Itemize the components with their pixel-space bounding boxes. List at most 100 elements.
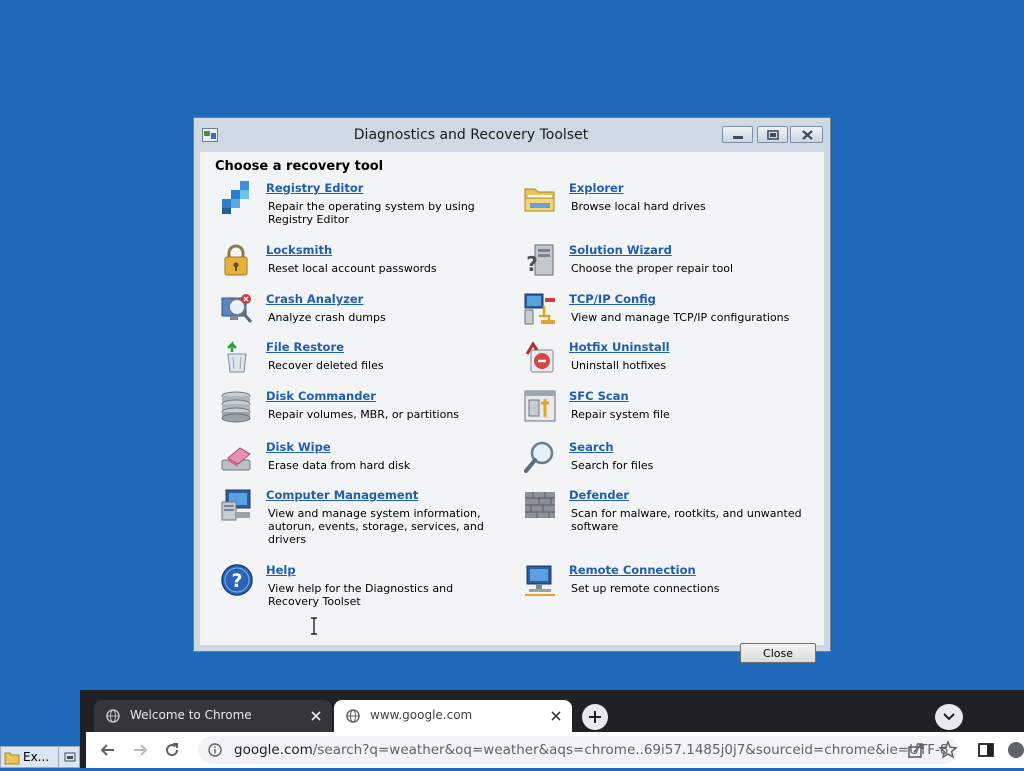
forward-arrow-icon[interactable] <box>130 740 150 760</box>
tool-locksmith: Locksmith Reset local account passwords <box>220 243 510 299</box>
remote-monitor-icon <box>525 565 555 596</box>
recycle-bin-icon <box>227 340 247 373</box>
taskbar-item-label: Ex... <box>23 750 50 764</box>
tab-welcome[interactable]: Welcome to Chrome <box>94 700 332 732</box>
disk-commander-link[interactable]: Disk Commander <box>266 389 376 403</box>
text-cursor-icon <box>311 617 317 635</box>
svg-text:?: ? <box>526 252 538 276</box>
registry-icon <box>222 181 249 214</box>
close-icon <box>802 130 813 140</box>
locksmith-link[interactable]: Locksmith <box>266 243 332 257</box>
globe-icon <box>346 709 360 723</box>
file-restore-link[interactable]: File Restore <box>266 340 344 354</box>
tab-label: Welcome to Chrome <box>130 708 252 722</box>
explorer-link[interactable]: Explorer <box>569 181 624 195</box>
computer-management-icon <box>221 489 251 521</box>
disk-commander-description: Repair volumes, MBR, or partitions <box>268 408 460 421</box>
tool-defender: Defender Scan for malware, rootkits, and… <box>523 488 813 544</box>
tcpip-config-description: View and manage TCP/IP configurations <box>571 311 790 324</box>
search-description: Search for files <box>571 459 654 472</box>
address-bar[interactable]: google.com/search?q=weather&oq=weather&a… <box>198 736 958 764</box>
remote-connection-link[interactable]: Remote Connection <box>569 563 696 577</box>
tool-file-restore: File Restore Recover deleted files <box>220 340 510 396</box>
restore-icon <box>767 130 779 140</box>
search-link[interactable]: Search <box>569 440 614 454</box>
registry-editor-description: Repair the operating system by using Reg… <box>268 200 475 226</box>
disk-stack-icon <box>221 391 251 423</box>
sfc-scan-icon <box>524 390 556 422</box>
tool-hotfix-uninstall: Hotfix Uninstall Uninstall hotfixes <box>523 340 813 396</box>
tab-close-icon[interactable] <box>310 710 322 722</box>
window-title: Diagnostics and Recovery Toolset <box>353 127 589 143</box>
file-restore-description: Recover deleted files <box>268 359 384 372</box>
browser-toolbar: google.com/search?q=weather&oq=weather&a… <box>86 732 1024 768</box>
recovery-toolset-window: Diagnostics and Recovery Toolset Choose … <box>193 117 831 663</box>
disk-wipe-description: Erase data from hard disk <box>268 459 411 472</box>
magnifier-icon <box>524 441 554 473</box>
crash-analyzer-link[interactable]: Crash Analyzer <box>266 292 363 306</box>
globe-icon <box>106 709 120 723</box>
tool-computer-management: Computer Management View and manage syst… <box>220 488 510 558</box>
solution-wizard-description: Choose the proper repair tool <box>571 262 734 275</box>
tool-registry-editor: Registry Editor Repair the operating sys… <box>220 181 510 237</box>
solution-wizard-link[interactable]: Solution Wizard <box>569 243 672 257</box>
tab-close-icon[interactable] <box>550 710 562 722</box>
profile-icon[interactable] <box>1006 740 1024 760</box>
crash-analyzer-icon <box>221 294 253 323</box>
folder-icon <box>524 188 555 212</box>
tab-google[interactable]: www.google.com <box>334 700 572 732</box>
url-text[interactable]: google.com/search?q=weather&oq=weather&a… <box>234 742 948 758</box>
disk-wipe-link[interactable]: Disk Wipe <box>266 440 331 454</box>
help-link[interactable]: Help <box>266 563 296 577</box>
tool-sfc-scan: SFC Scan Repair system file <box>523 389 813 445</box>
locksmith-description: Reset local account passwords <box>268 262 437 275</box>
remote-connection-description: Set up remote connections <box>571 582 720 595</box>
new-tab-button[interactable] <box>582 704 608 730</box>
hotfix-icon <box>525 341 554 373</box>
chrome-window: Welcome to Chrome www.google.com google.… <box>80 690 1024 768</box>
dialog-heading: Choose a recovery tool <box>215 159 384 174</box>
share-icon[interactable] <box>906 740 926 760</box>
url-host: google.com <box>234 742 313 758</box>
plus-icon <box>589 711 601 723</box>
close-button[interactable]: Close <box>740 643 816 663</box>
chevron-down-icon <box>943 713 955 721</box>
tool-solution-wizard: ? Solution Wizard Choose the proper repa… <box>523 243 813 299</box>
tcpip-config-link[interactable]: TCP/IP Config <box>569 292 656 306</box>
defender-link[interactable]: Defender <box>569 488 629 502</box>
computer-management-link[interactable]: Computer Management <box>266 488 418 502</box>
wall-icon <box>525 492 555 518</box>
wizard-icon: ? <box>526 244 554 276</box>
registry-editor-link[interactable]: Registry Editor <box>266 181 363 195</box>
sfc-scan-link[interactable]: SFC Scan <box>569 389 629 403</box>
tab-search-button[interactable] <box>935 704 963 730</box>
back-arrow-icon[interactable] <box>98 740 118 760</box>
window-icon <box>64 752 76 762</box>
minimize-button[interactable] <box>722 126 753 143</box>
dialog-content: Choose a recovery tool Registry Editor R… <box>200 152 824 663</box>
reload-icon[interactable] <box>162 740 182 760</box>
hotfix-uninstall-link[interactable]: Hotfix Uninstall <box>569 340 670 354</box>
taskbar-window-button[interactable] <box>58 746 80 768</box>
crash-analyzer-description: Analyze crash dumps <box>268 311 386 324</box>
side-panel-icon[interactable] <box>976 740 996 760</box>
info-icon[interactable] <box>208 743 222 757</box>
svg-text:?: ? <box>231 570 242 592</box>
tool-remote-connection: Remote Connection Set up remote connecti… <box>523 563 813 619</box>
window-titlebar[interactable]: Diagnostics and Recovery Toolset <box>194 118 830 152</box>
hotfix-uninstall-description: Uninstall hotfixes <box>571 359 667 372</box>
sfc-scan-description: Repair system file <box>571 408 670 421</box>
eraser-icon <box>221 447 251 471</box>
tool-disk-commander: Disk Commander Repair volumes, MBR, or p… <box>220 389 510 445</box>
window-close-button[interactable] <box>790 126 823 143</box>
url-path: /search?q=weather&oq=weather&aqs=chrome.… <box>312 742 949 758</box>
tool-help: ? Help View help for the Diagnostics and… <box>220 563 510 619</box>
restore-button[interactable] <box>757 126 788 143</box>
explorer-description: Browse local hard drives <box>571 200 706 213</box>
network-config-icon <box>524 293 555 325</box>
tool-explorer: Explorer Browse local hard drives <box>523 181 813 237</box>
padlock-icon <box>224 244 248 276</box>
bookmark-star-icon[interactable] <box>938 740 958 760</box>
minimize-icon <box>733 136 743 139</box>
folder-icon <box>4 752 20 765</box>
